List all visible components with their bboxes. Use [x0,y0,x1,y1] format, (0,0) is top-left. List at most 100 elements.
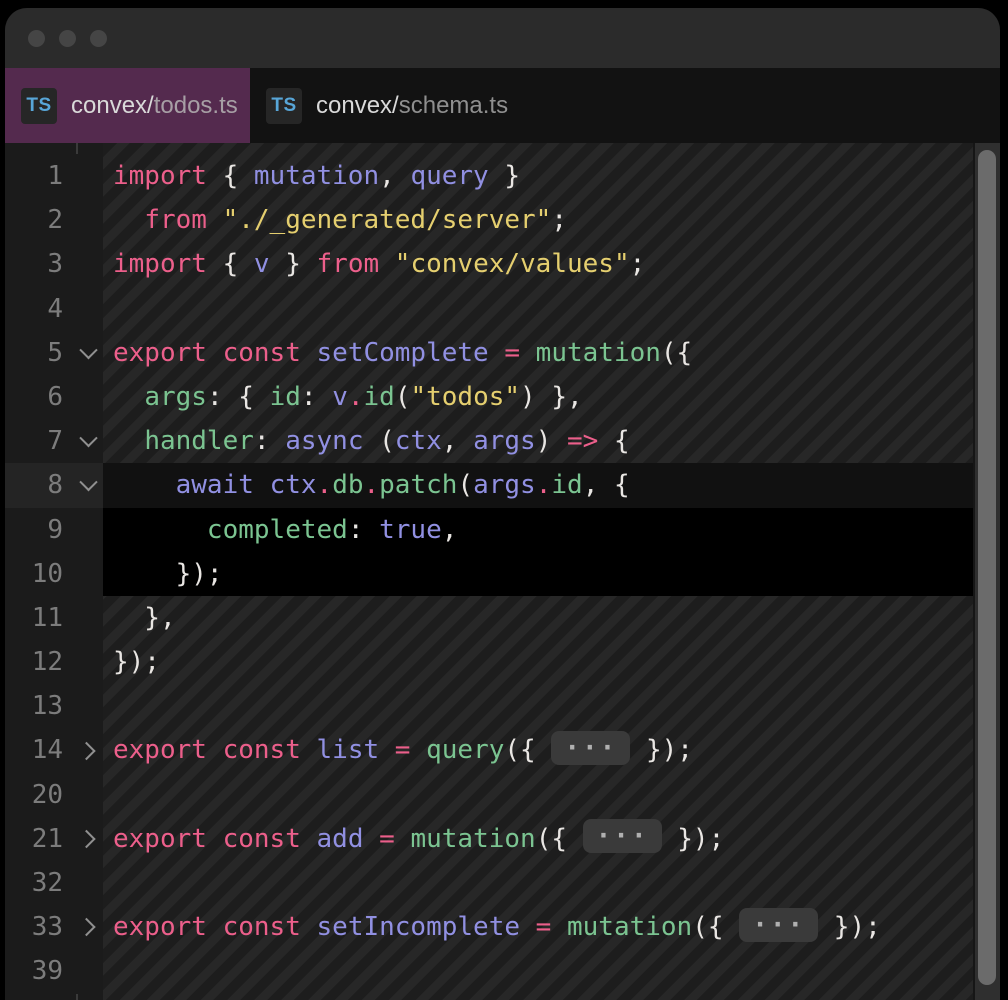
code-token: query [426,735,504,765]
chevron-right-icon[interactable] [77,741,95,759]
code-token: add [317,824,364,854]
fold-column [76,419,103,463]
code-token: : { [207,382,270,412]
code-token [207,735,223,765]
code-text[interactable]: export const add = mutation({ ··· }); [103,817,973,861]
line-number: 32 [5,861,76,905]
fold-column [76,596,103,640]
chevron-down-icon[interactable] [79,429,97,447]
code-text[interactable]: }); [103,640,973,684]
code-token: { [207,249,254,279]
code-token: id [364,382,395,412]
typescript-file-icon: TS [266,88,302,124]
code-editor: 1import { mutation, query }2 from "./_ge… [5,143,1000,1000]
tab-label: convex/schema.ts [316,92,508,120]
code-token: db [332,470,363,500]
line-number: 3 [5,242,76,286]
code-token: }); [630,735,693,765]
code-text[interactable]: export const setComplete = mutation({ [103,331,973,375]
fold-column [76,640,103,684]
code-text[interactable]: handler: async (ctx, args) => { [103,419,973,463]
code-token: , [379,161,410,191]
code-token: true [379,515,442,545]
line-number: 1 [5,154,76,198]
code-token: . [536,470,552,500]
code-token: ) [536,426,567,456]
code-line: 33export const setIncomplete = mutation(… [5,905,973,949]
code-line: 20 [5,773,973,817]
code-token: mutation [536,338,661,368]
fold-column [76,508,103,552]
code-token: { [207,161,254,191]
code-text[interactable]: import { v } from "convex/values"; [103,242,973,286]
code-text[interactable]: from "./_generated/server"; [103,198,973,242]
code-text[interactable]: await ctx.db.patch(args.id, { [103,463,973,507]
chevron-right-icon[interactable] [77,918,95,936]
line-number: 10 [5,552,76,596]
code-text[interactable] [103,684,973,728]
code-text[interactable] [103,949,973,993]
code-token: args [473,470,536,500]
collapsed-code-ellipsis[interactable]: ··· [739,908,818,942]
fold-column [76,817,103,861]
code-token: from [144,205,207,235]
code-token: await [176,470,254,500]
code-token: : [254,426,285,456]
line-number: 39 [5,949,76,993]
code-text[interactable]: }, [103,596,973,640]
chevron-right-icon[interactable] [77,830,95,848]
code-token: ({ [536,824,583,854]
code-token: ; [551,205,567,235]
traffic-light-close-button[interactable] [28,30,45,47]
code-token [113,426,144,456]
code-token: query [410,161,488,191]
code-token: }); [113,647,160,677]
fold-column [76,331,103,375]
code-token [410,735,426,765]
code-line: 39 [5,949,973,993]
fold-column [76,684,103,728]
chevron-down-icon[interactable] [79,473,97,491]
collapsed-code-ellipsis[interactable]: ··· [583,819,662,853]
code-text[interactable]: completed: true, [103,508,973,552]
code-text[interactable]: args: { id: v.id("todos") }, [103,375,973,419]
code-text[interactable]: export const list = query({ ··· }); [103,728,973,772]
fold-column [76,552,103,596]
code-token: { [598,426,629,456]
line-number: 8 [5,463,76,507]
line-number: 7 [5,419,76,463]
line-number: 20 [5,773,76,817]
code-line: 7 handler: async (ctx, args) => { [5,419,973,463]
code-text[interactable]: export const setIncomplete = mutation({ … [103,905,973,949]
tab-convex-todos[interactable]: TS convex/todos.ts [5,68,250,143]
code-token: setIncomplete [317,912,521,942]
code-text[interactable] [103,861,973,905]
collapsed-code-ellipsis[interactable]: ··· [551,731,630,765]
vertical-scrollbar[interactable] [973,143,1000,1000]
code-token: args [144,382,207,412]
code-token: ctx [270,470,317,500]
code-token: mutation [410,824,535,854]
code-token: import [113,161,207,191]
code-text[interactable] [103,287,973,331]
code-text[interactable]: import { mutation, query } [103,154,973,198]
traffic-light-maximize-button[interactable] [90,30,107,47]
code-token: } [489,161,520,191]
code-token: v [332,382,348,412]
code-line: 3 import { v } from "convex/values"; [5,242,973,286]
chevron-down-icon[interactable] [79,341,97,359]
code-token: import [113,249,207,279]
code-token [379,249,395,279]
code-line: 8 await ctx.db.patch(args.id, { [5,463,973,507]
code-text[interactable]: }); [103,552,973,596]
fold-column [76,728,103,772]
traffic-light-minimize-button[interactable] [59,30,76,47]
tab-convex-schema[interactable]: TS convex/schema.ts [250,68,524,143]
code-line: 13 [5,684,973,728]
code-token: completed [207,515,348,545]
code-token [207,912,223,942]
code-token: ctx [395,426,442,456]
code-text[interactable] [103,773,973,817]
code-line: 9 completed: true, [5,508,973,552]
scrollbar-thumb[interactable] [978,150,996,985]
